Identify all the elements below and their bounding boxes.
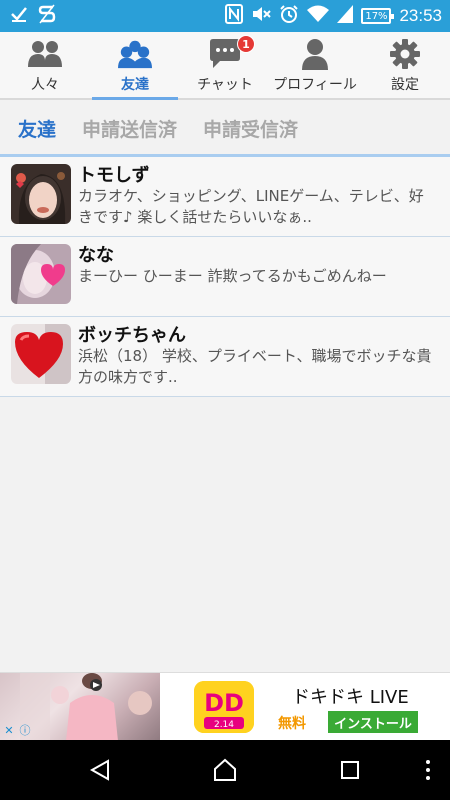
alarm-icon xyxy=(279,4,299,28)
friend-name: トモしず xyxy=(78,165,150,186)
s-icon xyxy=(38,4,56,28)
wifi-icon xyxy=(307,5,330,27)
friend-name: ボッチちゃん xyxy=(78,325,186,346)
tab-label: 設定 xyxy=(391,77,419,93)
gear-icon xyxy=(388,38,422,70)
tab-chat[interactable]: 1 チャット xyxy=(180,32,270,98)
battery-icon: 17% xyxy=(361,8,395,24)
mute-icon xyxy=(251,5,272,27)
tab-friends[interactable]: 友達 xyxy=(90,32,180,100)
avatar xyxy=(11,164,71,224)
app-logo: DD 2.14 xyxy=(194,681,254,733)
friends-subtabs: 友達 申請送信済 申請受信済 xyxy=(0,100,450,156)
home-icon[interactable] xyxy=(207,752,243,788)
tab-people[interactable]: 人々 xyxy=(0,32,90,98)
info-icon[interactable]: ⓘ xyxy=(18,723,32,737)
friends-list: トモしず カラオケ、ショッピング、LINEゲーム、テレビ、好きです♪ 楽しく話せ… xyxy=(0,157,450,397)
more-icon[interactable] xyxy=(410,752,446,788)
profile-icon xyxy=(298,38,332,70)
nfc-icon xyxy=(225,4,244,28)
tab-profile[interactable]: プロフィール xyxy=(270,32,360,98)
ad-banner[interactable]: ✕ ⓘ DD 2.14 ドキドキ LIVE 無料 インストール xyxy=(0,672,450,741)
main-tab-bar: 人々 友達 1 チャット プロフィール 設定 xyxy=(0,32,450,100)
tab-label: 人々 xyxy=(31,77,59,93)
people-icon xyxy=(28,38,62,70)
install-button[interactable]: インストール xyxy=(328,711,418,733)
friend-name: なな xyxy=(78,245,114,266)
clock: 23:53 xyxy=(399,6,442,25)
status-bar: 17% 23:53 xyxy=(0,0,450,32)
tab-label: 友達 xyxy=(121,77,149,93)
logo-text: DD xyxy=(204,689,244,717)
friend-message: カラオケ、ショッピング、LINEゲーム、テレビ、好きです♪ 楽しく話せたらいいな… xyxy=(78,187,424,226)
avatar xyxy=(11,324,71,384)
back-icon[interactable] xyxy=(82,752,118,788)
subtab-friends[interactable]: 友達 xyxy=(18,115,56,142)
tab-label: チャット xyxy=(197,77,253,93)
subtab-requests-sent[interactable]: 申請送信済 xyxy=(82,115,177,142)
ad-free-label: 無料 xyxy=(278,716,306,732)
system-nav-bar xyxy=(0,740,450,800)
subtab-requests-received[interactable]: 申請受信済 xyxy=(203,115,298,142)
friends-icon xyxy=(118,38,152,70)
list-item[interactable]: なな まーひー ひーまー 詐欺ってるかもごめんねー xyxy=(0,237,450,317)
check-icon xyxy=(10,5,28,27)
list-item[interactable]: トモしず カラオケ、ショッピング、LINEゲーム、テレビ、好きです♪ 楽しく話せ… xyxy=(0,157,450,237)
close-icon[interactable]: ✕ xyxy=(2,723,16,737)
signal-icon xyxy=(337,5,354,27)
tab-label: プロフィール xyxy=(273,77,357,93)
friend-message: まーひー ひーまー 詐欺ってるかもごめんねー xyxy=(78,267,387,285)
list-item[interactable]: ボッチちゃん 浜松（18） 学校、プライベート、職場でボッチな貴方の味方です.. xyxy=(0,317,450,397)
friend-message: 浜松（18） 学校、プライベート、職場でボッチな貴方の味方です.. xyxy=(78,347,432,386)
avatar xyxy=(11,244,71,304)
ad-title: ドキドキ LIVE xyxy=(292,687,409,708)
tab-settings[interactable]: 設定 xyxy=(360,32,450,98)
ad-choices[interactable]: ✕ ⓘ xyxy=(2,723,32,738)
unread-badge: 1 xyxy=(237,35,255,53)
logo-sub: 2.14 xyxy=(214,720,234,730)
recents-icon[interactable] xyxy=(332,752,368,788)
